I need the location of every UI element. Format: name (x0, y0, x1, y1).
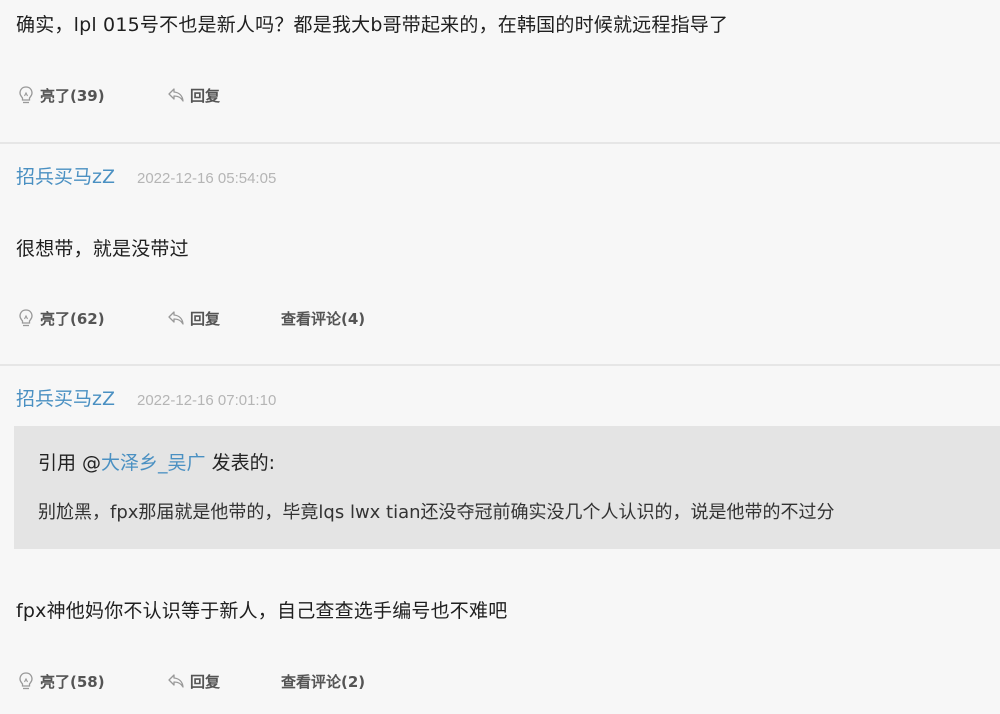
reply-button[interactable]: 回复 (166, 308, 281, 329)
reply-button[interactable]: 回复 (166, 85, 281, 106)
view-comments-button[interactable]: 查看评论(4) (281, 308, 365, 329)
quoted-user-link[interactable]: 大泽乡_吴广 (101, 452, 206, 474)
like-button[interactable]: 亮了(39) (16, 85, 166, 106)
timestamp: 2022-12-16 05:54:05 (137, 170, 277, 187)
like-label: 亮了(58) (40, 672, 105, 691)
comment-actions: 亮了(62) 回复 查看评论(4) (16, 306, 365, 330)
reply-arrow-icon (168, 311, 184, 325)
comment-actions: 亮了(58) 回复 查看评论(2) (16, 669, 365, 693)
post-header: 招兵买马zZ 2022-12-16 07:01:10 (16, 384, 276, 411)
reply-label: 回复 (190, 309, 221, 328)
quote-suffix: 发表的: (205, 452, 276, 474)
reply-label: 回复 (190, 86, 221, 105)
reply-arrow-icon (168, 88, 184, 102)
username-link[interactable]: 招兵买马zZ (16, 162, 115, 189)
like-label: 亮了(62) (40, 309, 105, 328)
like-label: 亮了(39) (40, 86, 105, 105)
reply-button[interactable]: 回复 (166, 671, 281, 692)
comment-post: 确实，lpl 015号不也是新人吗？都是我大b哥带起来的，在韩国的时候就远程指导… (0, 0, 1000, 142)
username-link[interactable]: 招兵买马zZ (16, 384, 115, 411)
reply-arrow-icon (168, 674, 184, 688)
quote-prefix: 引用 @ (38, 452, 102, 474)
timestamp: 2022-12-16 07:01:10 (137, 392, 277, 409)
like-button[interactable]: 亮了(58) (16, 671, 166, 692)
lightbulb-icon (19, 309, 33, 327)
like-button[interactable]: 亮了(62) (16, 308, 166, 329)
quote-block: 引用 @大泽乡_吴广 发表的: 别尬黑，fpx那届就是他带的，毕竟lqs lwx… (14, 426, 1000, 549)
comment-text: 确实，lpl 015号不也是新人吗？都是我大b哥带起来的，在韩国的时候就远程指导… (16, 14, 729, 36)
reply-label: 回复 (190, 672, 221, 691)
lightbulb-icon (19, 672, 33, 690)
view-comments-button[interactable]: 查看评论(2) (281, 671, 365, 692)
lightbulb-icon (19, 86, 33, 104)
comment-actions: 亮了(39) 回复 (16, 83, 281, 107)
post-header: 招兵买马zZ 2022-12-16 05:54:05 (16, 162, 276, 189)
comment-post: 招兵买马zZ 2022-12-16 05:54:05 很想带，就是没带过 亮了(… (0, 144, 1000, 364)
comment-text: 很想带，就是没带过 (16, 238, 189, 260)
quote-text: 别尬黑，fpx那届就是他带的，毕竟lqs lwx tian还没夺冠前确实没几个人… (38, 502, 835, 523)
view-comments-label: 查看评论(2) (281, 672, 366, 691)
comment-text: fpx神他妈你不认识等于新人，自己查查选手编号也不难吧 (16, 600, 508, 622)
view-comments-label: 查看评论(4) (281, 309, 366, 328)
quote-header: 引用 @大泽乡_吴广 发表的: (38, 448, 275, 475)
comment-post: 招兵买马zZ 2022-12-16 07:01:10 引用 @大泽乡_吴广 发表… (0, 366, 1000, 714)
